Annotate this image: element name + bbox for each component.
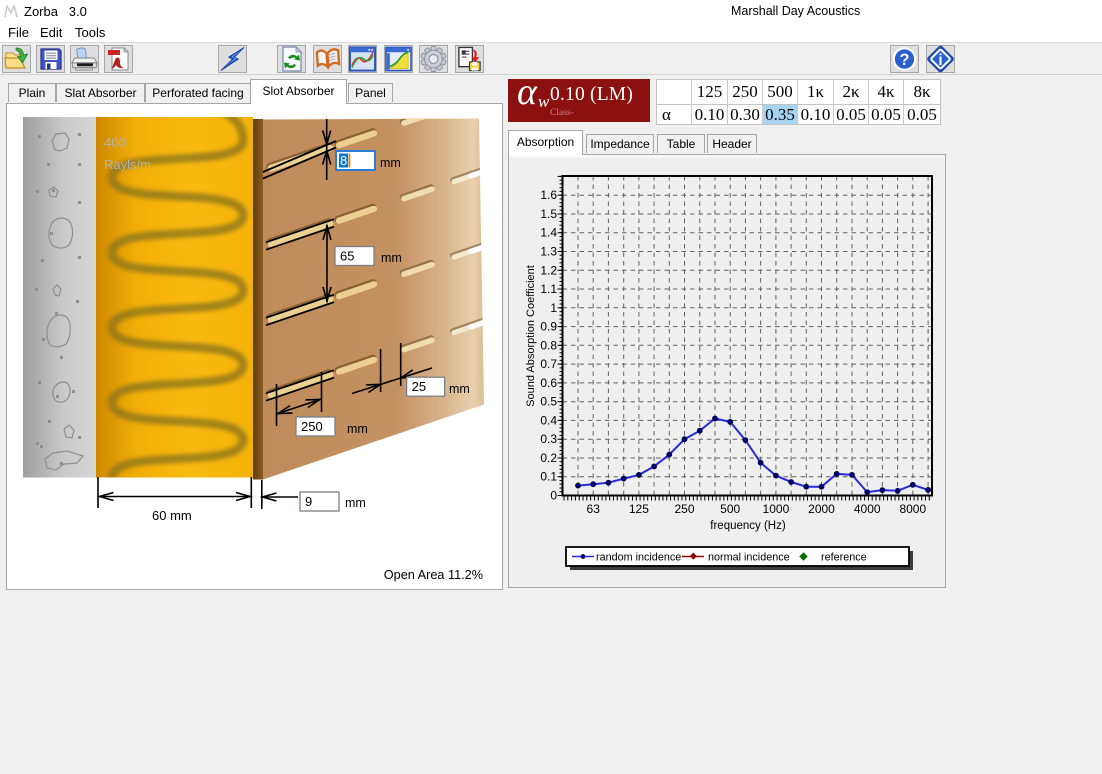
svg-text:Open Area 11.2%: Open Area 11.2% bbox=[384, 568, 483, 582]
svg-text:1000: 1000 bbox=[763, 502, 790, 516]
svg-text:25: 25 bbox=[412, 379, 426, 394]
svg-text:0: 0 bbox=[550, 489, 557, 503]
svg-text:0.5: 0.5 bbox=[540, 395, 557, 409]
svg-text:8000: 8000 bbox=[899, 502, 926, 516]
svg-text:500: 500 bbox=[720, 502, 740, 516]
svg-text:mm: mm bbox=[345, 496, 366, 510]
svg-text:9: 9 bbox=[305, 494, 312, 509]
svg-text:1.2: 1.2 bbox=[540, 263, 557, 277]
svg-text:0.3: 0.3 bbox=[540, 432, 557, 446]
svg-text:mm: mm bbox=[347, 422, 368, 436]
svg-text:0.8: 0.8 bbox=[540, 338, 557, 352]
svg-text:1.5: 1.5 bbox=[540, 207, 557, 221]
svg-text:0.1: 0.1 bbox=[540, 470, 557, 484]
svg-text:1: 1 bbox=[550, 301, 557, 315]
svg-text:4000: 4000 bbox=[854, 502, 881, 516]
svg-text:0.2: 0.2 bbox=[540, 451, 557, 465]
svg-text:400: 400 bbox=[104, 135, 126, 150]
svg-text:1.4: 1.4 bbox=[540, 226, 557, 240]
svg-text:Sound Absorption Coefficient: Sound Absorption Coefficient bbox=[525, 265, 537, 407]
svg-text:mm: mm bbox=[380, 156, 401, 170]
svg-text:Rayls/m: Rayls/m bbox=[104, 157, 151, 172]
svg-text:0.4: 0.4 bbox=[540, 413, 557, 427]
svg-text:0.9: 0.9 bbox=[540, 320, 557, 334]
svg-text:random incidence: random incidence bbox=[596, 552, 681, 564]
svg-text:1.6: 1.6 bbox=[540, 188, 557, 202]
svg-text:0.6: 0.6 bbox=[540, 376, 557, 390]
svg-text:mm: mm bbox=[449, 382, 470, 396]
svg-text:8: 8 bbox=[340, 153, 347, 168]
svg-text:frequency (Hz): frequency (Hz) bbox=[710, 520, 786, 532]
svg-text:65: 65 bbox=[340, 249, 354, 264]
svg-text:normal incidence: normal incidence bbox=[708, 552, 790, 564]
svg-text:0.7: 0.7 bbox=[540, 357, 557, 371]
svg-text:250: 250 bbox=[301, 419, 323, 434]
svg-text:250: 250 bbox=[674, 502, 694, 516]
svg-text:mm: mm bbox=[381, 251, 402, 265]
svg-text:2000: 2000 bbox=[808, 502, 835, 516]
svg-text:1.3: 1.3 bbox=[540, 245, 557, 259]
svg-text:1.1: 1.1 bbox=[540, 282, 557, 296]
svg-text:60 mm: 60 mm bbox=[152, 508, 192, 523]
svg-text:125: 125 bbox=[629, 502, 649, 516]
svg-text:63: 63 bbox=[587, 502, 601, 516]
svg-text:reference: reference bbox=[821, 552, 867, 564]
